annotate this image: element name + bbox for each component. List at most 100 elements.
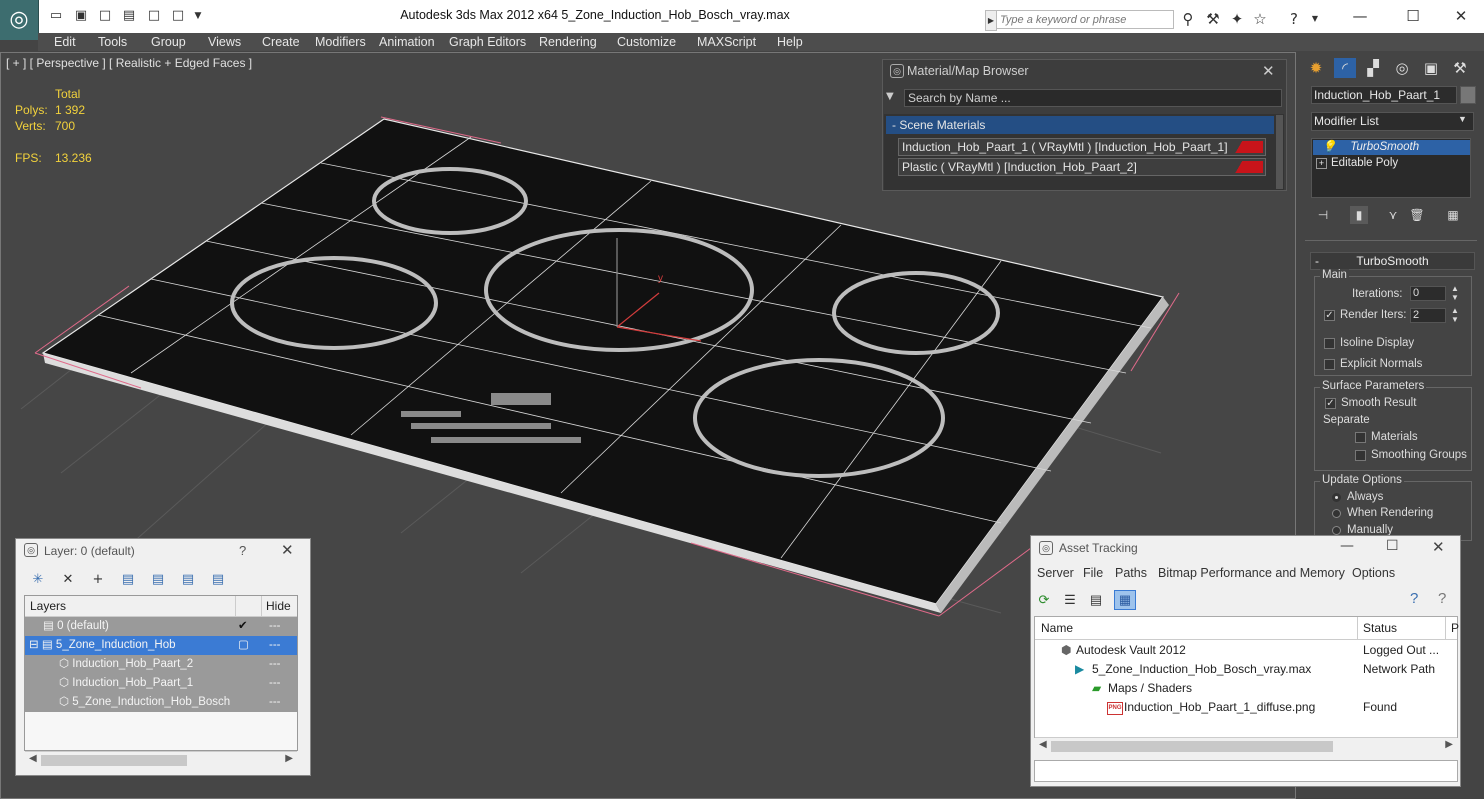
render-iters-checkbox[interactable]: ✓ bbox=[1324, 310, 1335, 321]
scroll-right-icon[interactable]: ▶ bbox=[1445, 739, 1453, 750]
select-in-layer-icon[interactable]: ▤ bbox=[118, 571, 138, 589]
highlight-layer-icon[interactable]: ▤ bbox=[148, 571, 168, 589]
layer-row[interactable]: ⬡ 5_Zone_Induction_Hob_Bosch --- bbox=[25, 693, 297, 712]
modifier-list-dropdown[interactable]: Modifier List bbox=[1311, 112, 1474, 131]
keyword-search-input[interactable]: Type a keyword or phrase bbox=[996, 10, 1174, 29]
always-radio[interactable] bbox=[1332, 493, 1341, 502]
binoculars-icon[interactable]: ⚲ bbox=[1179, 10, 1197, 28]
scene-materials-group[interactable]: - Scene Materials bbox=[886, 116, 1274, 134]
close-icon[interactable]: ✕ bbox=[1262, 62, 1275, 80]
layer-row[interactable]: ▤ 0 (default) ✔ --- bbox=[25, 617, 297, 636]
list-view-icon[interactable]: ☰ bbox=[1062, 592, 1078, 608]
material-list-scrollbar[interactable] bbox=[1276, 115, 1283, 189]
motion-tab-icon[interactable]: ◎ bbox=[1391, 58, 1413, 78]
display-tab-icon[interactable]: ▣ bbox=[1420, 58, 1442, 78]
bulb-icon[interactable]: 💡 bbox=[1313, 141, 1336, 153]
hide-all-icon[interactable]: ▤ bbox=[178, 571, 198, 589]
help-context-icon[interactable]: ? bbox=[1438, 590, 1446, 607]
layer-set-icon[interactable]: ▢ bbox=[238, 636, 249, 655]
remove-modifier-icon[interactable]: 🗑 bbox=[1408, 206, 1426, 224]
column-hide[interactable]: Hide bbox=[266, 599, 291, 613]
communication-icon[interactable]: ✦ bbox=[1228, 10, 1246, 28]
minimize-button[interactable]: — bbox=[1345, 6, 1375, 26]
material-item[interactable]: Plastic ( VRayMtl ) [Induction_Hob_Paart… bbox=[898, 158, 1266, 176]
help-icon[interactable]: ? bbox=[1410, 590, 1418, 607]
manually-radio[interactable] bbox=[1332, 526, 1341, 535]
turbosmooth-rollout[interactable]: - TurboSmooth bbox=[1310, 252, 1475, 270]
menu-create[interactable]: Create bbox=[262, 34, 300, 50]
favorites-star-icon[interactable]: ☆ bbox=[1251, 10, 1269, 28]
modify-tab-icon[interactable]: ◜ bbox=[1334, 58, 1356, 78]
menu-options[interactable]: Options bbox=[1352, 566, 1395, 580]
scroll-left-icon[interactable]: ◀ bbox=[29, 753, 37, 764]
scroll-right-icon[interactable]: ▶ bbox=[285, 753, 293, 764]
pin-stack-icon[interactable]: ⊣ bbox=[1314, 206, 1332, 224]
object-color-swatch[interactable] bbox=[1460, 86, 1476, 104]
help-icon[interactable]: ? bbox=[1285, 10, 1303, 28]
menu-rendering[interactable]: Rendering bbox=[539, 34, 597, 50]
scrollbar-thumb[interactable] bbox=[41, 755, 187, 766]
close-button[interactable]: ✕ bbox=[1446, 6, 1476, 26]
maximize-button[interactable]: ☐ bbox=[1398, 6, 1428, 26]
column-path[interactable]: P bbox=[1451, 621, 1459, 635]
menu-tools[interactable]: Tools bbox=[98, 34, 127, 50]
material-search-input[interactable]: Search by Name ... bbox=[904, 89, 1282, 107]
column-layers[interactable]: Layers bbox=[30, 599, 66, 613]
menu-bitmap-performance[interactable]: Bitmap Performance and Memory bbox=[1158, 566, 1345, 580]
make-unique-icon[interactable]: ⋎ bbox=[1384, 206, 1402, 224]
hierarchy-tab-icon[interactable]: ▞ bbox=[1362, 58, 1384, 78]
maximize-button[interactable]: ☐ bbox=[1386, 538, 1399, 554]
menu-file[interactable]: File bbox=[1083, 566, 1103, 580]
asset-row[interactable]: ⬢ Autodesk Vault 2012 Logged Out ... bbox=[1035, 641, 1457, 660]
hide-toggle[interactable]: --- bbox=[269, 674, 281, 693]
render-iters-spinner[interactable]: 2 bbox=[1410, 308, 1446, 323]
help-icon[interactable]: ? bbox=[239, 543, 246, 558]
utilities-tab-icon[interactable]: ⚒ bbox=[1449, 58, 1471, 78]
menu-views[interactable]: Views bbox=[208, 34, 241, 50]
stack-item-editable-poly[interactable]: + Editable Poly bbox=[1316, 157, 1398, 169]
hide-toggle[interactable]: --- bbox=[269, 693, 281, 712]
spinner-arrows-icon[interactable]: ▲ ▼ bbox=[1451, 306, 1459, 324]
asset-row[interactable]: ▰ Maps / Shaders bbox=[1035, 679, 1457, 698]
object-name-field[interactable]: Induction_Hob_Paart_1 bbox=[1311, 86, 1457, 104]
column-name[interactable]: Name bbox=[1041, 621, 1073, 635]
layer-horizontal-scrollbar[interactable]: ◀ ▶ bbox=[25, 751, 297, 769]
delete-layer-icon[interactable]: ✕ bbox=[58, 571, 78, 589]
create-tab-icon[interactable]: ✹ bbox=[1305, 58, 1327, 78]
hide-toggle[interactable]: --- bbox=[269, 636, 281, 655]
minimize-button[interactable]: — bbox=[1340, 538, 1354, 554]
table-view-icon[interactable]: ▦ bbox=[1114, 590, 1136, 610]
freeze-all-icon[interactable]: ▤ bbox=[208, 571, 228, 589]
help-dropdown-icon[interactable]: ▼ bbox=[1306, 10, 1324, 28]
smoothing-groups-checkbox[interactable] bbox=[1355, 450, 1366, 461]
hide-toggle[interactable]: --- bbox=[269, 655, 281, 674]
viewport-label[interactable]: [ + ] [ Perspective ] [ Realistic + Edge… bbox=[6, 56, 252, 70]
close-icon[interactable]: ✕ bbox=[281, 541, 294, 559]
asset-row[interactable]: PNG Induction_Hob_Paart_1_diffuse.png Foun… bbox=[1035, 698, 1457, 717]
scroll-left-icon[interactable]: ◀ bbox=[1039, 739, 1047, 750]
layer-row[interactable]: ⬡ Induction_Hob_Paart_1 --- bbox=[25, 674, 297, 693]
menu-server[interactable]: Server bbox=[1037, 566, 1074, 580]
isoline-display-checkbox[interactable] bbox=[1324, 338, 1335, 349]
layer-row[interactable]: ⊟ ▤ 5_Zone_Induction_Hob ▢ --- bbox=[25, 636, 297, 655]
menu-help[interactable]: Help bbox=[777, 34, 803, 50]
explicit-normals-checkbox[interactable] bbox=[1324, 359, 1335, 370]
configure-sets-icon[interactable]: ▦ bbox=[1444, 206, 1462, 224]
material-item[interactable]: Induction_Hob_Paart_1 ( VRayMtl ) [Induc… bbox=[898, 138, 1266, 156]
stack-item-turbosmooth[interactable]: 💡 TurboSmooth bbox=[1313, 140, 1470, 155]
show-end-result-icon[interactable]: ▮ bbox=[1350, 206, 1368, 224]
menu-edit[interactable]: Edit bbox=[54, 34, 76, 50]
iterations-spinner[interactable]: 0 bbox=[1410, 286, 1446, 301]
column-status[interactable]: Status bbox=[1363, 621, 1397, 635]
create-layer-icon[interactable]: ✳ bbox=[28, 571, 48, 589]
asset-horizontal-scrollbar[interactable]: ◀ ▶ bbox=[1035, 737, 1457, 755]
add-to-layer-icon[interactable]: + bbox=[88, 571, 108, 589]
current-layer-check-icon[interactable]: ✔ bbox=[238, 617, 248, 636]
tree-view-icon[interactable]: ▤ bbox=[1088, 592, 1104, 608]
asset-path-field[interactable] bbox=[1034, 760, 1458, 782]
close-icon[interactable]: ✕ bbox=[1432, 538, 1445, 556]
menu-group[interactable]: Group bbox=[151, 34, 186, 50]
smooth-result-checkbox[interactable]: ✓ bbox=[1325, 398, 1336, 409]
layer-row[interactable]: ⬡ Induction_Hob_Paart_2 --- bbox=[25, 655, 297, 674]
hide-toggle[interactable]: --- bbox=[269, 617, 281, 636]
